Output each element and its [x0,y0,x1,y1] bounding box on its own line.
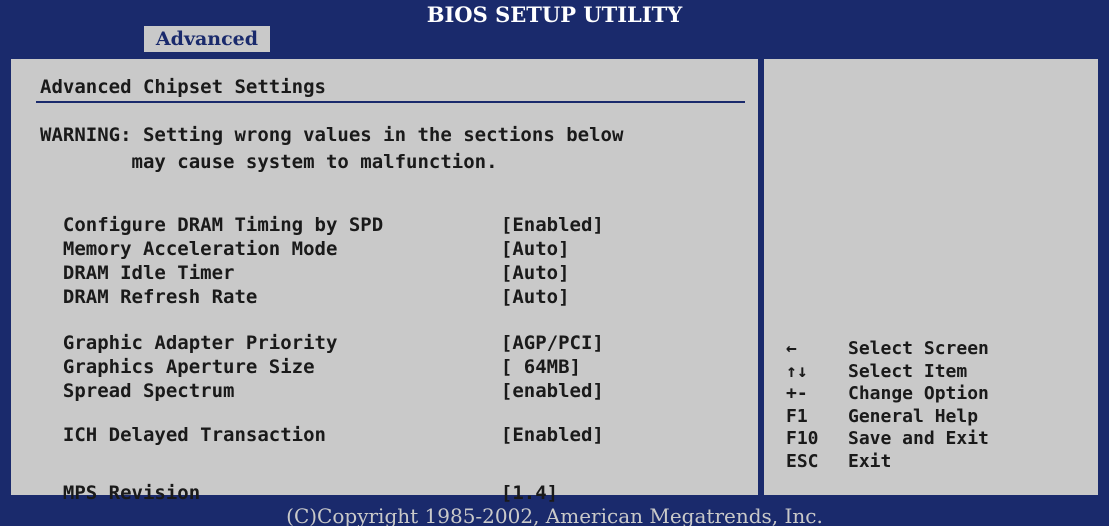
panel-divider [758,56,764,498]
help-desc: Change Option [848,383,989,404]
copyright-footer: (C)Copyright 1985-2002, American Megatre… [0,506,1109,526]
help-item: F10 Save and Exit [786,428,989,451]
setting-value[interactable]: [Enabled] [501,424,604,446]
warning-text: WARNING: Setting wrong values in the sec… [40,122,623,176]
help-desc: Save and Exit [848,428,989,449]
setting-mps-revision[interactable]: MPS Revision [1.4] [40,460,558,504]
arrow-left-icon: ← [786,338,797,359]
section-heading: Advanced Chipset Settings [40,76,326,98]
arrow-up-down-icon: ↑↓ [786,360,808,382]
setting-label: DRAM Refresh Rate [62,286,258,308]
title-bar: BIOS SETUP UTILITY Advanced [0,0,1109,52]
setting-label: MPS Revision [62,482,201,504]
setting-spread-spectrum[interactable]: Spread Spectrum [enabled] [40,358,604,402]
help-desc: General Help [848,405,979,427]
app-title: BIOS SETUP UTILITY [426,2,683,27]
setting-value[interactable]: [enabled] [501,380,604,402]
tab-advanced[interactable]: Advanced [144,26,270,52]
help-desc: Select Screen [848,338,989,359]
help-key: ESC [786,450,819,472]
help-item: ↑↓ Select Item [786,361,989,384]
help-desc: Exit [848,450,892,472]
help-key: F1 [786,405,808,427]
help-item: F1 General Help [786,406,989,429]
warning-line-2: may cause system to malfunction. [40,151,498,173]
help-item: ESC Exit [786,451,989,474]
help-desc: Select Item [848,360,968,382]
setting-label: ICH Delayed Transaction [62,424,326,446]
setting-ich-delayed-transaction[interactable]: ICH Delayed Transaction [Enabled] [40,402,604,446]
setting-value[interactable]: [Auto] [501,286,570,308]
setting-value[interactable]: [1.4] [501,482,558,504]
heading-underline [36,101,745,103]
help-item: +- Change Option [786,383,989,406]
setting-label: Spread Spectrum [62,380,235,402]
help-key: +- [786,383,808,404]
help-key: F10 [786,428,819,449]
setting-dram-refresh-rate[interactable]: DRAM Refresh Rate [Auto] [40,264,570,308]
warning-line-1: WARNING: Setting wrong values in the sec… [40,124,624,146]
help-legend: ← Select Screen ↑↓ Select Item +- Change… [786,338,989,473]
help-item: ← Select Screen [786,338,989,361]
